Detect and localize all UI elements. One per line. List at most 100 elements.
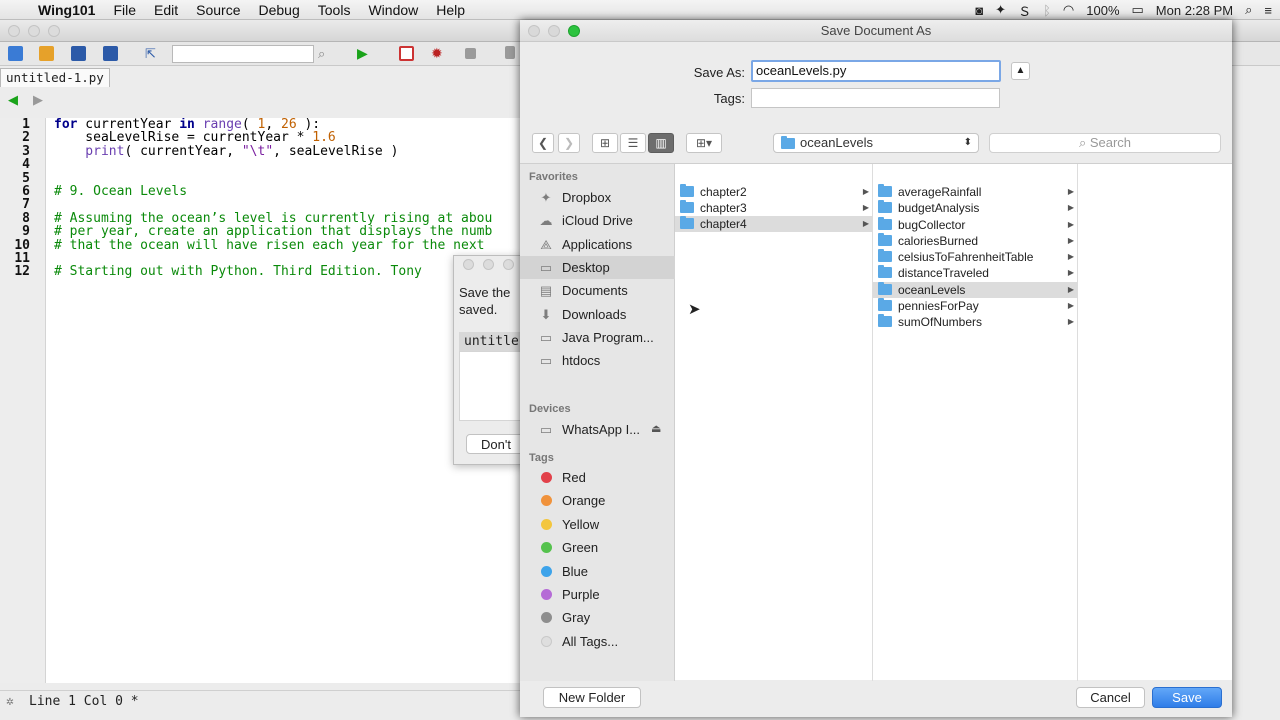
save-button[interactable]: Save — [1152, 687, 1222, 708]
sidebar-tag-orange[interactable]: Orange — [520, 489, 675, 512]
folder-item-chapter2[interactable]: chapter2 ▶ — [675, 184, 873, 200]
menu-help[interactable]: Help — [427, 2, 474, 18]
sidebar-item-htdocs[interactable]: ▭ htdocs — [520, 349, 675, 372]
tag-label: Orange — [562, 493, 606, 509]
folder-item[interactable]: sumOfNumbers ▶ — [873, 314, 1078, 330]
forward-arrow-icon[interactable]: ▶ — [33, 92, 43, 108]
icon-view-button[interactable]: ⊞ — [592, 133, 618, 153]
sidebar-tag-red[interactable]: Red — [520, 466, 675, 489]
forward-button[interactable]: ❯ — [558, 133, 580, 153]
bug-icon[interactable]: ✹ — [431, 46, 446, 61]
minimize-window-icon[interactable] — [548, 25, 560, 37]
battery-percent[interactable]: 100% — [1086, 3, 1119, 18]
code-editor[interactable]: for currentYear in range( 1, 26 ): seaLe… — [46, 118, 520, 683]
folder-icon: ▭ — [539, 353, 553, 368]
folder-item[interactable]: distanceTraveled ▶ — [873, 265, 1078, 281]
location-popup[interactable]: oceanLevels ⬍ — [773, 133, 979, 153]
dialog-zoom-icon[interactable] — [503, 259, 514, 270]
sidebar-item-java-program[interactable]: ▭ Java Program... — [520, 326, 675, 349]
folder-item[interactable]: bugCollector ▶ — [873, 216, 1078, 233]
sidebar-tag-blue[interactable]: Blue — [520, 560, 675, 583]
folder-item-chapter3[interactable]: chapter3 ▶ — [675, 200, 873, 216]
arrange-button[interactable]: ⊞▾ — [686, 133, 722, 153]
new-folder-button[interactable]: New Folder — [543, 687, 641, 708]
menu-file[interactable]: File — [104, 2, 145, 18]
sidebar-item-downloads[interactable]: ⬇ Downloads — [520, 303, 675, 326]
column-view-button[interactable]: ▥ — [648, 133, 674, 153]
collapse-dialog-button[interactable]: ▲ — [1011, 62, 1030, 80]
menu-window[interactable]: Window — [359, 2, 427, 18]
sidebar-tag-yellow[interactable]: Yellow — [520, 513, 675, 536]
folder-item[interactable]: caloriesBurned ▶ — [873, 232, 1078, 249]
sidebar-item-documents[interactable]: ▤ Documents — [520, 279, 675, 302]
screen-record-icon[interactable]: ◙ — [975, 3, 983, 18]
menu-tools[interactable]: Tools — [309, 2, 360, 18]
spotlight-icon[interactable]: ⌕ — [1245, 2, 1252, 18]
folder-icon — [781, 136, 795, 149]
step-icon[interactable] — [505, 46, 515, 59]
sidebar-tag-green[interactable]: Green — [520, 536, 675, 559]
eject-icon[interactable]: ⏏ — [651, 418, 661, 441]
stop-icon[interactable] — [465, 48, 476, 59]
close-window-icon[interactable] — [528, 25, 540, 37]
folder-item[interactable]: averageRainfall ▶ — [873, 184, 1078, 200]
close-window-icon[interactable] — [8, 25, 20, 37]
line-number: 11 — [14, 251, 30, 266]
back-arrow-icon[interactable]: ◀ — [8, 92, 18, 108]
folder-item[interactable]: penniesForPay ▶ — [873, 297, 1078, 314]
chevron-right-icon: ❯ — [563, 136, 575, 150]
wifi-icon[interactable]: ◠ — [1063, 2, 1074, 18]
run-icon[interactable]: ▶ — [357, 46, 372, 61]
sidebar-item-applications[interactable]: ⟁ Applications — [520, 233, 675, 256]
folder-item[interactable]: oceanLevels ▶ — [873, 281, 1078, 298]
clock[interactable]: Mon 2:28 PM — [1156, 3, 1233, 18]
drive-icon: ▭ — [539, 422, 553, 437]
folder-item-chapter4[interactable]: chapter4 ▶ — [675, 216, 873, 232]
folder-item[interactable]: budgetAnalysis ▶ — [873, 200, 1078, 216]
cancel-button[interactable]: Cancel — [1076, 687, 1145, 708]
menu-source[interactable]: Source — [187, 2, 249, 18]
editor-tab-untitled[interactable]: untitled-1.py — [0, 68, 110, 87]
zoom-window-icon[interactable] — [568, 25, 580, 37]
sidebar-item-icloud-drive[interactable]: ☁ iCloud Drive — [520, 209, 675, 232]
folder-icon — [680, 200, 694, 213]
dialog-minimize-icon[interactable] — [483, 259, 494, 270]
bluetooth-icon[interactable]: ᛒ — [1043, 3, 1051, 18]
menu-app-name[interactable]: Wing101 — [29, 2, 104, 18]
sidebar-item-dropbox[interactable]: ✦ Dropbox — [520, 186, 675, 209]
dialog-close-icon[interactable] — [463, 259, 474, 270]
folder-item[interactable]: celsiusToFahrenheitTable ▶ — [873, 249, 1078, 265]
list-view-button[interactable]: ☰ — [620, 133, 646, 153]
open-file-icon[interactable] — [39, 46, 54, 61]
minimize-window-icon[interactable] — [28, 25, 40, 37]
menu-edit[interactable]: Edit — [145, 2, 187, 18]
sidebar-tag-gray[interactable]: Gray — [520, 606, 675, 629]
save-all-icon[interactable] — [103, 46, 118, 61]
notification-center-icon[interactable]: ≡ — [1264, 3, 1272, 18]
line-number: 12 — [14, 264, 30, 280]
code-line-9: # per year, create an application that d… — [54, 224, 493, 240]
favorites-header: Favorites — [529, 171, 578, 183]
menu-debug[interactable]: Debug — [250, 2, 309, 18]
battery-icon[interactable]: ▭ — [1132, 2, 1144, 18]
sidebar-tag-purple[interactable]: Purple — [520, 583, 675, 606]
sidebar-item-whatsapp-device[interactable]: ▭ WhatsApp I... ⏏ — [520, 418, 675, 441]
tag-label: Red — [562, 470, 586, 485]
dropbox-icon[interactable]: ✦ — [995, 2, 1006, 18]
search-input[interactable]: ⌕ Search — [989, 133, 1221, 153]
save-as-input[interactable]: oceanLevels.py — [751, 60, 1001, 82]
save-file-icon[interactable] — [71, 46, 86, 61]
toolbar-search-input[interactable] — [172, 45, 314, 63]
sidebar-tag-all-tags[interactable]: All Tags... — [520, 630, 675, 653]
dialog-title: Save Document As — [520, 20, 1232, 42]
back-button[interactable]: ❮ — [532, 133, 554, 153]
gear-icon[interactable]: ✲ — [6, 694, 14, 709]
debug-file-icon[interactable] — [399, 46, 414, 61]
sidebar-item-desktop[interactable]: ▭ Desktop — [520, 256, 675, 279]
skype-icon[interactable]: Ｓ — [1018, 1, 1031, 20]
search-icon[interactable]: ⌕ — [318, 46, 333, 61]
goto-definition-icon[interactable]: ⇱ — [145, 46, 160, 61]
zoom-window-icon[interactable] — [48, 25, 60, 37]
tags-input[interactable] — [751, 88, 1000, 108]
new-file-icon[interactable] — [8, 46, 23, 61]
